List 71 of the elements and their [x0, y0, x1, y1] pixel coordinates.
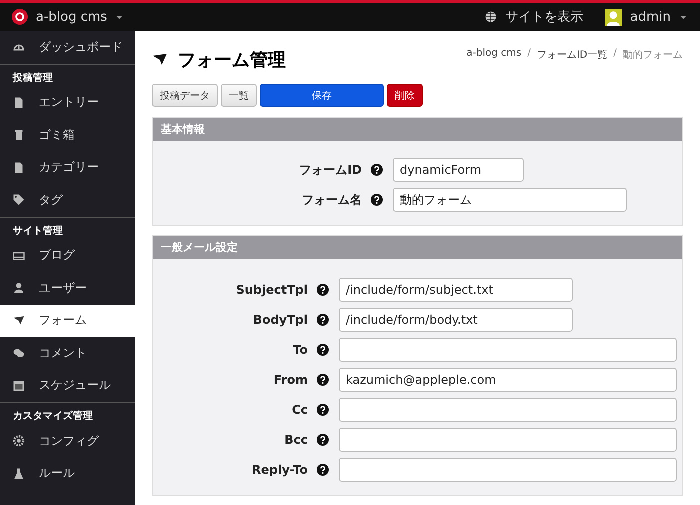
field-label: SubjectTpl — [236, 283, 308, 297]
calendar-icon — [13, 380, 25, 392]
sidebar-item[interactable]: スケジュール — [0, 370, 135, 402]
document-icon — [13, 96, 25, 109]
field-label: Bcc — [284, 433, 308, 447]
field-label: フォームID — [300, 162, 362, 178]
input-field[interactable] — [339, 398, 677, 422]
help-icon — [317, 344, 329, 356]
sidebar-item[interactable]: フォーム — [0, 304, 135, 337]
breadcrumb-current: 動的フォーム — [623, 49, 683, 62]
breadcrumb-link[interactable]: フォームID一覧 — [536, 48, 608, 62]
globe-icon — [485, 11, 498, 23]
sidebar-item[interactable]: ルール — [0, 458, 135, 490]
breadcrumb-separator: / — [614, 48, 617, 61]
input-field[interactable] — [339, 458, 677, 482]
help-icon — [317, 374, 329, 386]
breadcrumb-separator: / — [528, 48, 531, 61]
section-heading: サイト管理 — [12, 224, 64, 238]
sidebar-item[interactable]: カテゴリー — [0, 152, 135, 184]
sidebar-item[interactable]: ユーザー — [0, 272, 135, 304]
field-label: From — [274, 373, 308, 387]
sidebar-item[interactable]: コメント — [0, 337, 135, 370]
view-site-link[interactable]: サイトを表示 — [485, 8, 584, 26]
speech-bubbles-icon — [13, 347, 25, 360]
brand-menu[interactable]: a-blog cms — [12, 9, 124, 25]
sidebar-item[interactable]: ダッシュボード — [0, 31, 135, 64]
field-label: フォーム名 — [302, 192, 362, 208]
section-heading: カスタマイズ管理 — [12, 410, 94, 424]
button[interactable]: 投稿データ — [152, 84, 218, 107]
input-field[interactable] — [339, 428, 677, 452]
trash-icon — [13, 129, 25, 142]
panel-header: 基本情報 — [153, 118, 682, 141]
sidebar-item[interactable]: ゴミ箱 — [0, 119, 135, 152]
help-icon — [317, 464, 329, 476]
document-icon — [13, 162, 25, 174]
help-icon — [317, 404, 329, 416]
field-label: To — [293, 343, 308, 357]
sidebar-item[interactable]: ブログ — [0, 240, 135, 272]
help-icon — [371, 164, 383, 176]
logo-icon — [12, 9, 28, 25]
help-icon — [317, 314, 329, 326]
tag-icon — [13, 194, 25, 206]
help-icon — [317, 434, 329, 446]
sidebar-item[interactable]: エントリー — [0, 86, 135, 119]
flask-icon — [13, 468, 25, 480]
breadcrumb-link[interactable]: a-blog cms — [466, 48, 522, 62]
user-menu[interactable]: admin — [605, 8, 688, 26]
field-label: Cc — [292, 403, 308, 417]
paper-plane-icon — [13, 314, 25, 327]
input-field[interactable]: /include/form/subject.txt — [339, 278, 573, 302]
panel-header: 一般メール設定 — [153, 236, 682, 259]
help-icon — [317, 284, 329, 296]
sidebar-item[interactable]: コンフィグ — [0, 425, 135, 458]
input-field[interactable]: kazumich@appleple.com — [339, 368, 677, 392]
person-icon — [13, 282, 25, 294]
avatar-icon — [605, 8, 622, 26]
field-label: BodyTpl — [253, 313, 308, 327]
page-title: フォーム管理 — [152, 48, 286, 72]
input-field[interactable]: /include/form/body.txt — [339, 308, 573, 332]
input-field[interactable]: dynamicForm — [393, 158, 524, 182]
input-field[interactable]: 動的フォーム — [393, 188, 627, 212]
tray-icon — [13, 250, 25, 262]
delete-button[interactable]: 削除 — [387, 84, 423, 107]
save-button[interactable]: 保存 — [260, 84, 384, 107]
section-heading: 投稿管理 — [12, 72, 54, 86]
field-label: Reply-To — [252, 463, 308, 477]
gear-icon — [13, 435, 25, 448]
sidebar-item[interactable]: タグ — [0, 184, 135, 216]
help-icon — [371, 194, 383, 206]
button[interactable]: 一覧 — [221, 84, 257, 107]
input-field[interactable] — [339, 338, 677, 362]
